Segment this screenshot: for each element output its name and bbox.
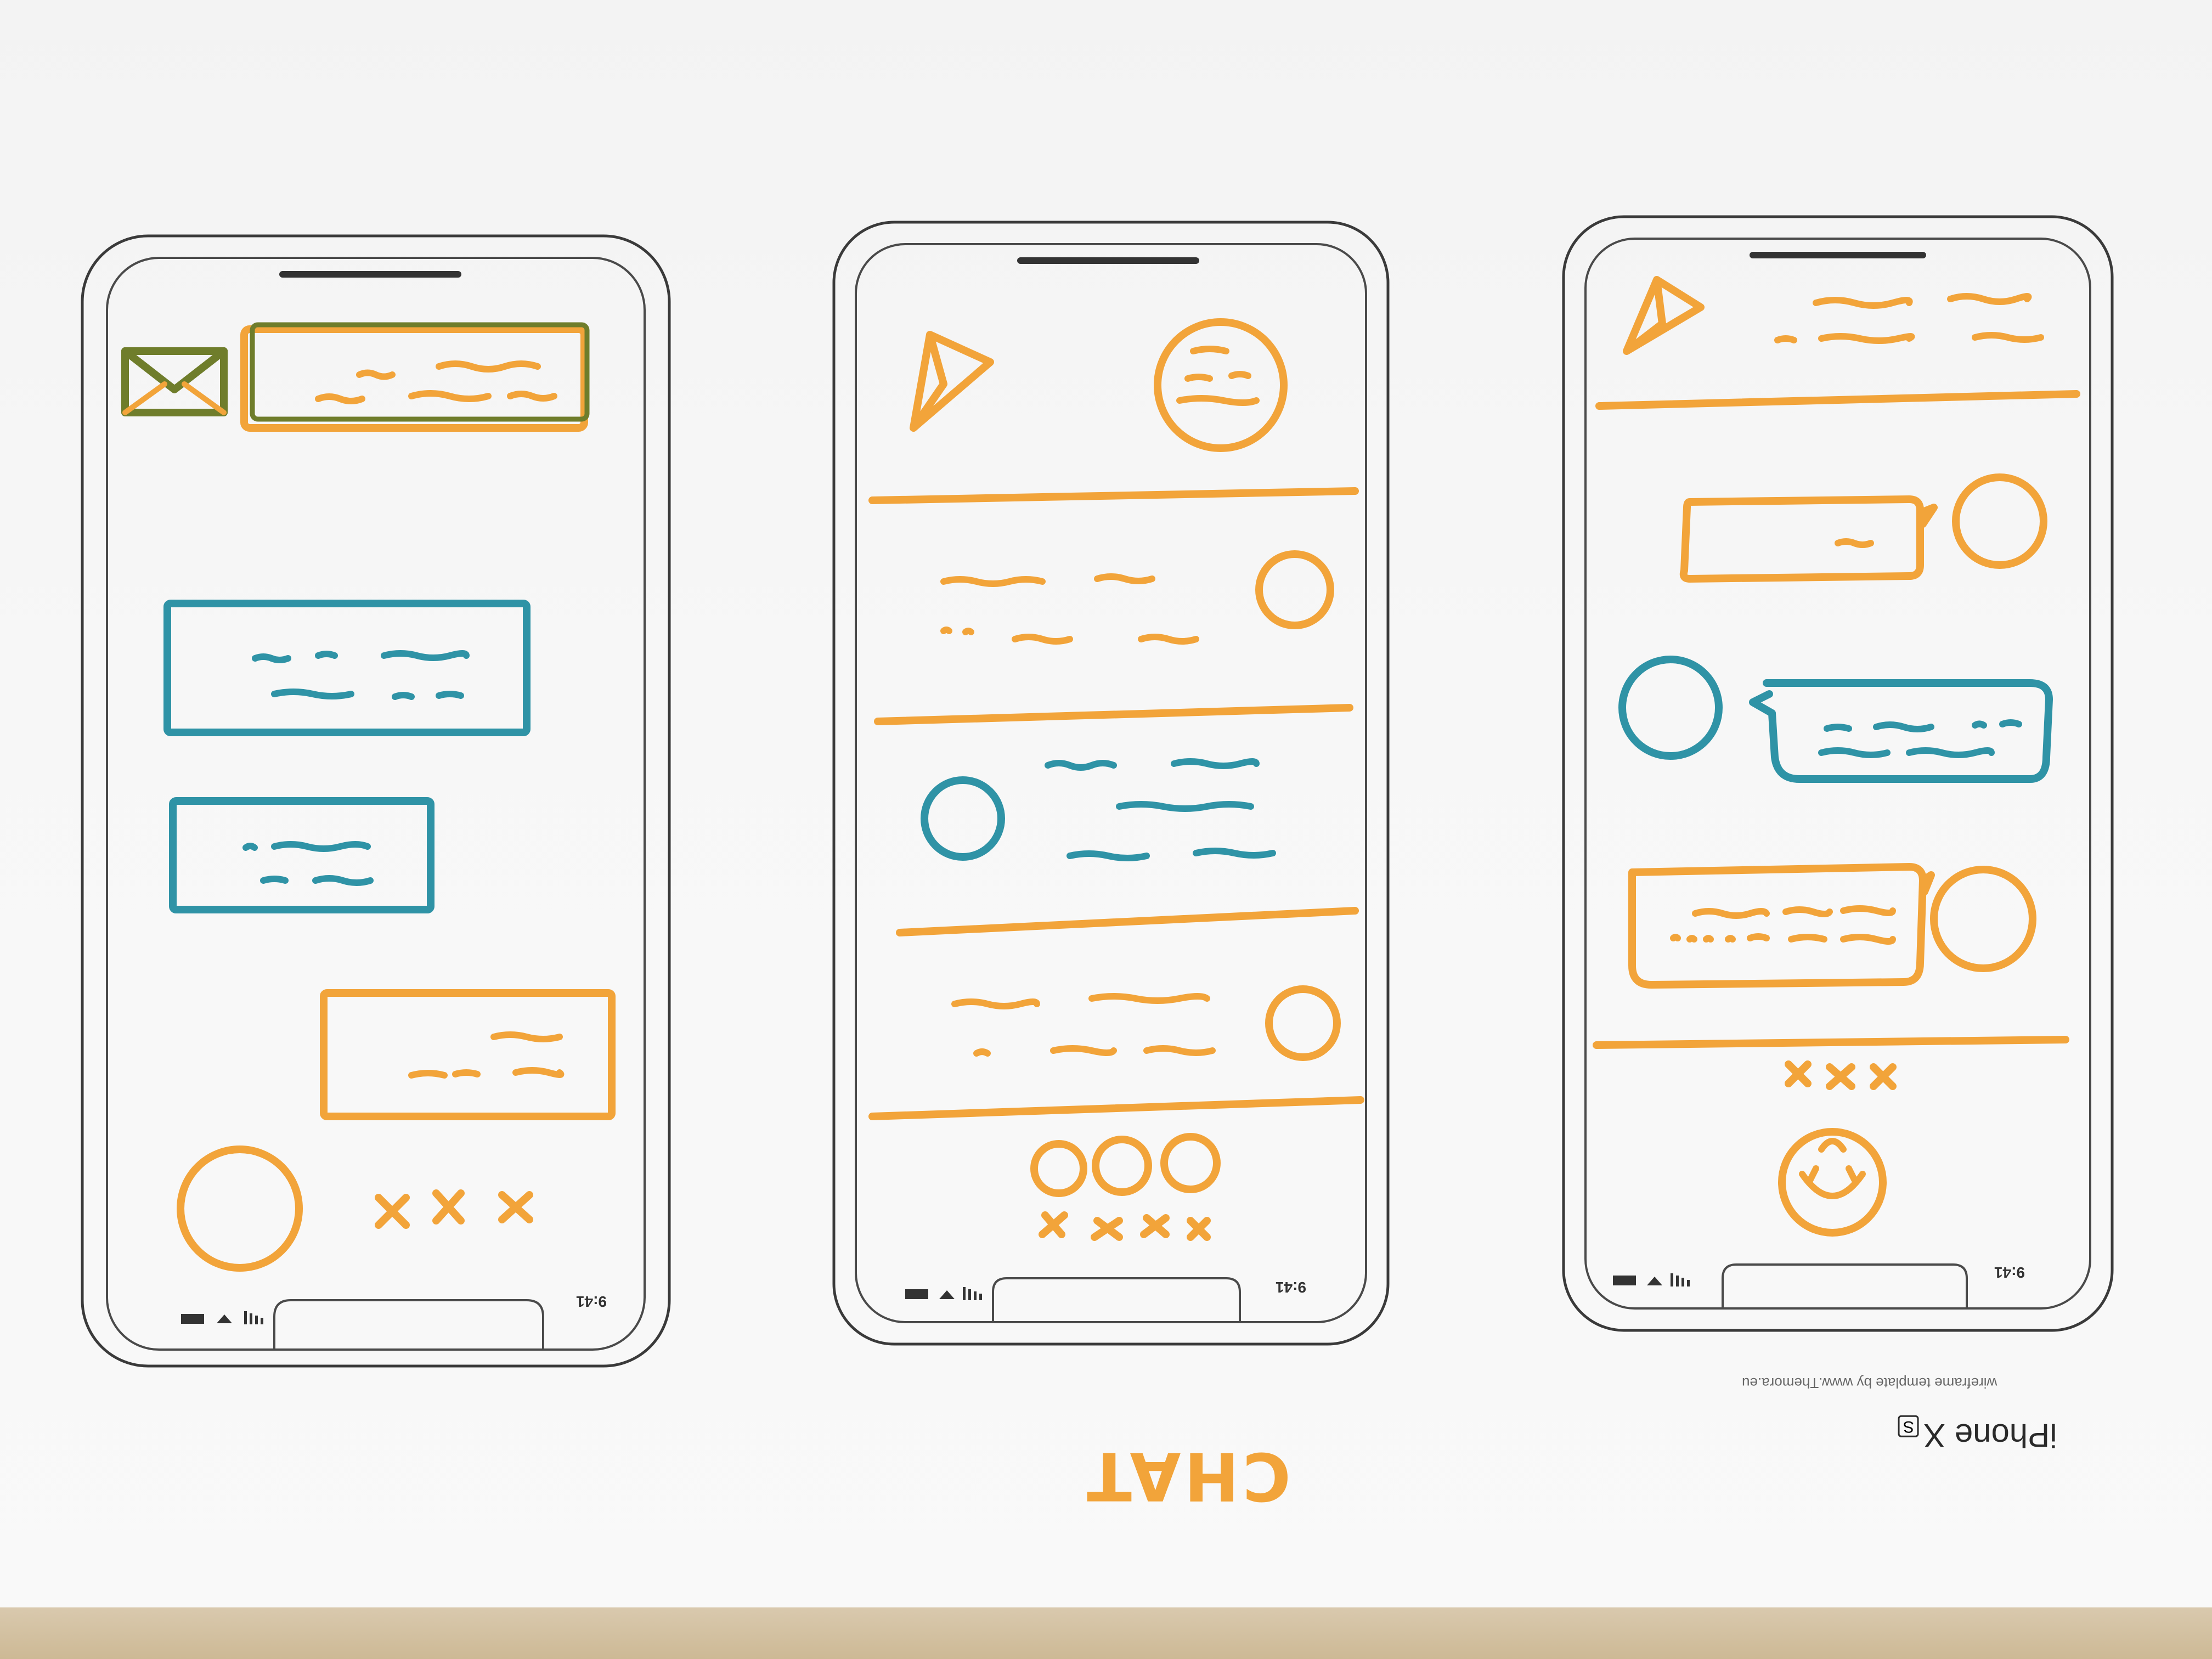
header-box (240, 325, 588, 432)
message-bubble-1 (163, 600, 531, 736)
smiley-face-icon (1154, 318, 1288, 452)
brand-label: iPhone XS (1898, 1415, 2057, 1454)
wireframe-drawing: .o { stroke:#f2a43a; stroke-width:14; fi… (81, 215, 2114, 1368)
wifi-icon (217, 1314, 232, 1323)
status-time: 9:41 (1994, 1264, 2025, 1281)
phone-1 (81, 234, 671, 1368)
sheet-title: CHAT (1084, 1437, 1291, 1514)
message-bubble-3 (320, 989, 616, 1120)
status-time: 9:41 (576, 1293, 607, 1310)
brand-badge: S (1898, 1415, 1920, 1437)
template-credit: wireframe template by www.Themora.eu (1742, 1375, 1997, 1391)
paper-plane-icon (1623, 276, 1705, 355)
phone-2 (832, 221, 1390, 1346)
sketch-sheet: .o { stroke:#f2a43a; stroke-width:14; fi… (0, 0, 2212, 1659)
phone-3 (1562, 215, 2114, 1332)
paper-plane-icon (910, 331, 994, 432)
status-time: 9:41 (1276, 1279, 1307, 1296)
battery-icon (181, 1314, 204, 1324)
signal-icon (244, 1311, 263, 1324)
message-bubble-2 (169, 797, 435, 913)
avatar-circle-icon (177, 1146, 303, 1272)
smiley-face-icon (1778, 1128, 1887, 1237)
brand-name: iPhone X (1923, 1417, 2057, 1454)
envelope-icon (121, 347, 228, 416)
